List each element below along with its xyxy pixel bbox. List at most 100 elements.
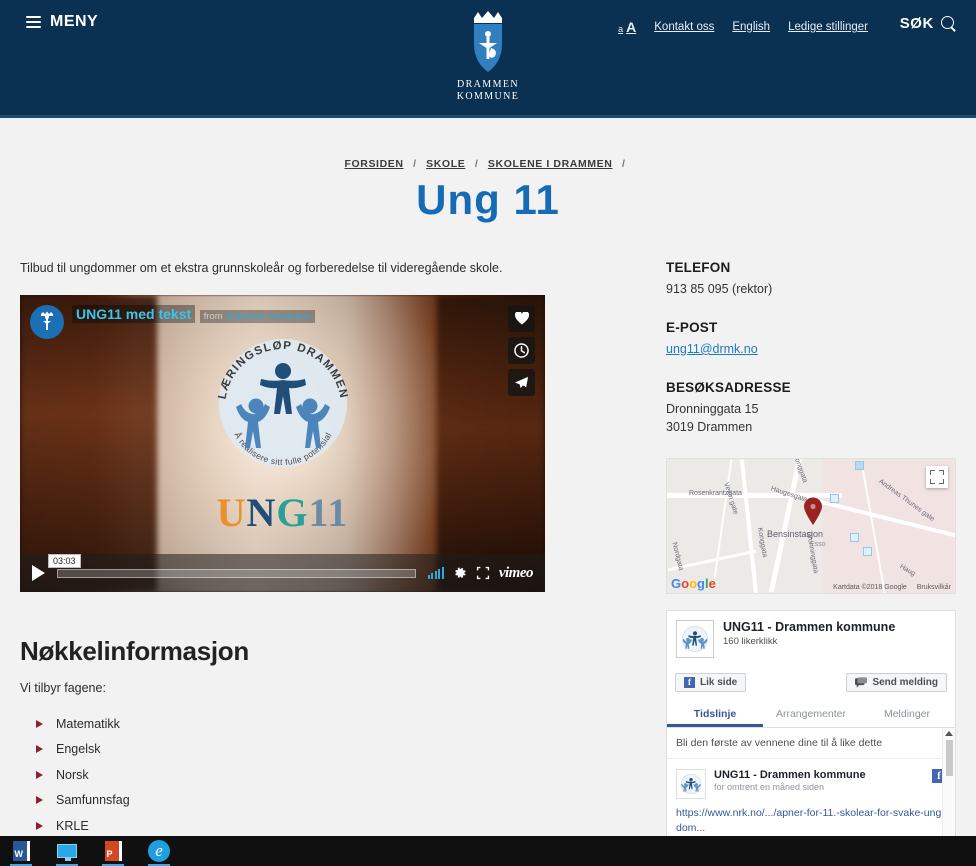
- drammen-coat-of-arms-icon: [474, 11, 502, 72]
- address-block: BESØKSADRESSE Dronninggata 15 3019 Dramm…: [666, 380, 956, 436]
- video-controls: 03:03 vimeo: [20, 554, 545, 592]
- ung11-logo-icon: [682, 626, 708, 652]
- video-author-line: from Drammen kommune: [199, 310, 316, 323]
- subject-label: Norsk: [56, 767, 89, 782]
- gear-icon[interactable]: [453, 566, 467, 580]
- video-like-button[interactable]: [508, 305, 535, 332]
- email-block: E-POST ung11@drmk.no: [666, 320, 956, 358]
- play-button[interactable]: [32, 565, 45, 581]
- taskbar-item-powerpoint[interactable]: P: [100, 839, 126, 866]
- subject-label: KRLE: [56, 818, 89, 833]
- drammen-coat-of-arms-icon: [41, 311, 53, 330]
- phone-value: 913 85 095 (rektor): [666, 282, 773, 296]
- list-item: KRLE: [20, 813, 648, 839]
- facebook-tabs: Tidslinje Arrangementer Meldinger: [667, 700, 955, 728]
- facebook-like-button[interactable]: f Lik side: [675, 673, 747, 692]
- paper-plane-icon: [514, 376, 529, 389]
- clock-icon: [514, 343, 529, 358]
- taskbar-item-word[interactable]: W: [8, 839, 34, 866]
- scroll-up-arrow-icon[interactable]: [945, 731, 953, 736]
- facebook-post-avatar[interactable]: [676, 769, 706, 799]
- site-header: MENY DRAMMEN KOMMUNE a A Kontakt oss Eng…: [0, 0, 976, 118]
- location-map[interactable]: Rosenkrantzgata Konggata Haugesgate Andr…: [666, 458, 956, 594]
- breadcrumb-item-forsiden[interactable]: FORSIDEN: [344, 158, 403, 170]
- display-icon: [57, 844, 77, 861]
- video-progress-bar[interactable]: [57, 568, 416, 578]
- facebook-post-time: for omtrent en måned siden: [714, 782, 825, 792]
- video-logo: LÆRINGSLØP DRAMMEN Å realisere sitt full…: [183, 323, 383, 536]
- facebook-like-count: 160 likerklikk: [723, 636, 778, 647]
- signal-bars-icon[interactable]: [427, 567, 444, 579]
- site-logo[interactable]: DRAMMEN KOMMUNE: [428, 10, 548, 103]
- list-item: Matematikk: [20, 711, 648, 737]
- map-poi-icon: [863, 547, 872, 556]
- video-frame-left: [20, 295, 157, 592]
- taskbar-item-display[interactable]: [54, 839, 80, 866]
- search-label: SØK: [899, 15, 934, 32]
- map-credit: Kartdata ©2018 Google Bruksvilkår: [825, 584, 951, 591]
- phone-block: TELEFON 913 85 095 (rektor): [666, 260, 956, 298]
- text-size-toggle[interactable]: a A: [618, 19, 636, 35]
- video-watch-later-button[interactable]: [508, 337, 535, 364]
- video-duration: 03:03: [48, 554, 81, 568]
- intro-text: Tilbud til ungdommer om et ekstra grunns…: [20, 261, 503, 275]
- breadcrumb-item-skolene[interactable]: SKOLENE I DRAMMEN: [488, 158, 613, 170]
- windows-taskbar: W P e: [0, 836, 976, 866]
- breadcrumb-item-skole[interactable]: SKOLE: [426, 158, 465, 170]
- map-poi-icon: [830, 494, 839, 503]
- facebook-message-button[interactable]: Send melding: [846, 673, 947, 692]
- taskbar-item-edge[interactable]: e: [146, 839, 172, 866]
- map-expand-button[interactable]: [926, 466, 948, 488]
- facebook-page-avatar[interactable]: [676, 620, 714, 658]
- facebook-post-author[interactable]: UNG11 - Drammen kommune: [714, 769, 866, 781]
- page-title: Ung 11: [416, 176, 560, 223]
- sidebar: TELEFON 913 85 095 (rektor) E-POST ung11…: [666, 260, 956, 839]
- facebook-feed-scrollbar[interactable]: [942, 728, 955, 836]
- list-item: Norsk: [20, 762, 648, 788]
- magnifier-icon: [941, 16, 956, 31]
- header-link-english[interactable]: English: [732, 21, 770, 33]
- header-link-stillinger[interactable]: Ledige stillinger: [788, 21, 868, 33]
- bullet-triangle-icon: [36, 719, 43, 728]
- map-poi-icon: [855, 461, 864, 470]
- subject-label: Engelsk: [56, 742, 101, 757]
- logo-text: DRAMMEN KOMMUNE: [456, 79, 520, 102]
- fullscreen-icon[interactable]: [476, 566, 490, 580]
- map-terms-link[interactable]: Bruksvilkår: [917, 584, 951, 591]
- map-label: Rosenkrantzgata: [689, 490, 742, 497]
- google-logo: Google: [671, 576, 716, 591]
- video-share-button[interactable]: [508, 369, 535, 396]
- facebook-message-label: Send melding: [872, 677, 938, 688]
- header-links: a A Kontakt oss English Ledige stillinge…: [618, 19, 868, 35]
- address-heading: BESØKSADRESSE: [666, 380, 791, 395]
- scrollbar-thumb[interactable]: [945, 740, 953, 776]
- subject-label: Samfunnsfag: [56, 793, 130, 808]
- tab-arrangementer[interactable]: Arrangementer: [763, 700, 859, 727]
- search-button[interactable]: SØK: [900, 15, 956, 32]
- video-player[interactable]: LÆRINGSLØP DRAMMEN Å realisere sitt full…: [20, 295, 545, 592]
- bullet-triangle-icon: [36, 745, 43, 754]
- video-author-avatar[interactable]: [30, 305, 64, 339]
- vimeo-logo[interactable]: vimeo: [499, 565, 534, 582]
- map-road: [768, 459, 802, 593]
- header-link-kontakt[interactable]: Kontakt oss: [654, 21, 714, 33]
- word-icon: W: [12, 841, 30, 861]
- tab-meldinger[interactable]: Meldinger: [859, 700, 955, 727]
- map-credit-text: Kartdata ©2018 Google: [833, 584, 907, 591]
- facebook-post-link[interactable]: https://www.nrk.no/.../apner-for-11.-sko…: [676, 806, 946, 836]
- email-link[interactable]: ung11@drmk.no: [666, 342, 758, 356]
- map-pin-icon[interactable]: [803, 497, 823, 525]
- breadcrumb-separator: /: [474, 158, 479, 170]
- video-author-link[interactable]: Drammen kommune: [225, 311, 311, 322]
- facebook-page-widget: UNG11 - Drammen kommune 160 likerklikk f…: [666, 610, 956, 837]
- bullet-triangle-icon: [36, 770, 43, 779]
- map-label-esso: Esso: [810, 541, 826, 548]
- facebook-post: UNG11 - Drammen kommune for omtrent en m…: [667, 759, 955, 836]
- breadcrumb: FORSIDEN / SKOLE / SKOLENE I DRAMMEN /: [0, 158, 976, 170]
- video-title[interactable]: UNG11 med tekst: [72, 305, 196, 323]
- facebook-page-header: UNG11 - Drammen kommune 160 likerklikk: [667, 611, 955, 667]
- facebook-page-name[interactable]: UNG11 - Drammen kommune: [723, 620, 895, 634]
- menu-button[interactable]: MENY: [26, 13, 98, 31]
- subject-label: Matematikk: [56, 716, 120, 731]
- tab-tidslinje[interactable]: Tidslinje: [667, 700, 763, 727]
